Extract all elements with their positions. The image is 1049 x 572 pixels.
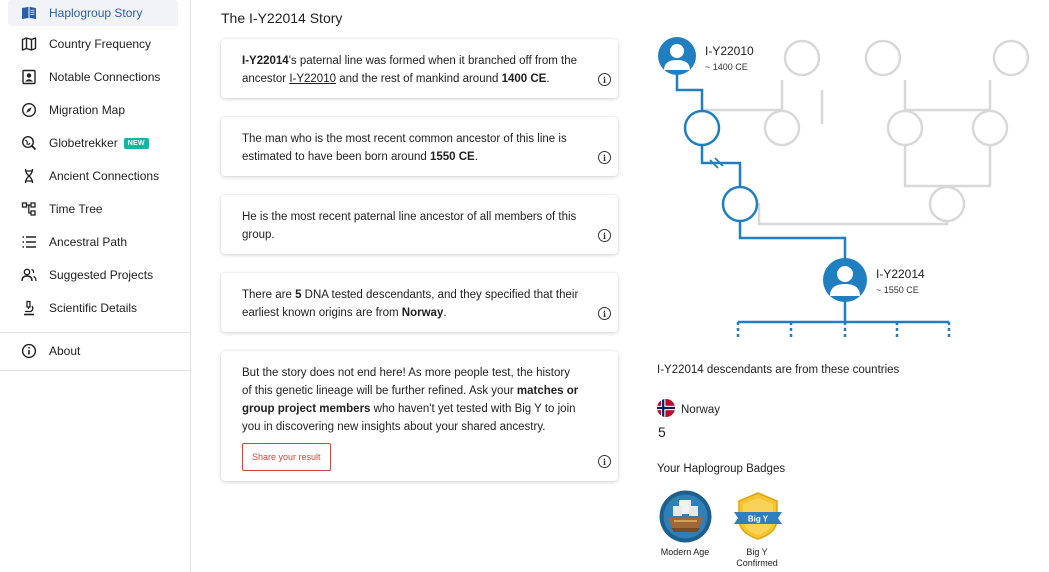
info-icon[interactable]: i	[598, 455, 611, 468]
country-count: 5	[658, 424, 666, 440]
story-card-invite: But the story does not end here! As more…	[221, 351, 618, 481]
sidebar: Haplogroup Story Country Frequency Notab…	[0, 0, 191, 572]
sidebar-item-label: Ancient Connections	[49, 169, 160, 183]
tree-structure-icon	[20, 200, 38, 218]
sidebar-item-label: Migration Map	[49, 103, 126, 117]
text-span: .	[474, 151, 478, 163]
ancestor-date: ~ 1400 CE	[705, 62, 748, 72]
sidebar-item-label: Time Tree	[49, 202, 103, 216]
text-span: .	[443, 307, 447, 319]
badge-label: Modern Age	[660, 547, 710, 557]
text-span: .	[546, 73, 550, 85]
card-text: He is the most recent paternal line ance…	[242, 208, 582, 244]
text-span: There are	[242, 289, 296, 301]
badge-emblem-text: Big Y	[748, 515, 769, 524]
microscope-icon	[20, 299, 38, 317]
sidebar-item-label: About	[49, 344, 81, 358]
book-icon	[20, 4, 38, 22]
map-icon	[20, 35, 38, 53]
globe-search-icon	[20, 134, 38, 152]
sidebar-item-about[interactable]: About	[8, 338, 178, 364]
story-card-formation: I-Y22014's paternal line was formed when…	[221, 39, 618, 98]
tmrca-date: 1550 CE	[429, 151, 475, 163]
current-avatar	[823, 258, 867, 302]
sidebar-item-label: Notable Connections	[49, 70, 161, 84]
sidebar-item-label: Haplogroup Story	[49, 6, 143, 20]
sidebar-item-country-frequency[interactable]: Country Frequency	[8, 31, 178, 57]
badge-label-line: Confirmed	[736, 558, 778, 568]
sidebar-item-ancient-connections[interactable]: Ancient Connections	[8, 163, 178, 189]
ancestor-avatar	[658, 37, 696, 75]
story-card-ancestor: He is the most recent paternal line ance…	[221, 195, 618, 254]
current-haplogroup-date: ~ 1550 CE	[876, 285, 919, 295]
sidebar-item-label: Country Frequency	[49, 37, 152, 51]
sidebar-item-migration-map[interactable]: Migration Map	[8, 97, 178, 123]
info-icon[interactable]: i	[598, 151, 611, 164]
big-y-confirmed-badge[interactable]: Big Y	[732, 491, 784, 544]
sidebar-divider	[0, 370, 190, 371]
info-icon[interactable]: i	[598, 73, 611, 86]
badge-label-line: Big Y	[746, 547, 768, 557]
card-text: But the story does not end here! As more…	[242, 364, 582, 436]
current-haplogroup-name: I-Y22014	[876, 267, 925, 281]
dna-icon	[20, 167, 38, 185]
country-name: Norway	[681, 403, 720, 416]
badge-label: Big Y Confirmed	[724, 547, 790, 569]
tree-diagram	[658, 37, 1030, 338]
sidebar-item-label: Suggested Projects	[49, 268, 154, 282]
text-span: and the rest of mankind around	[336, 73, 502, 85]
sidebar-item-label: Globetrekker	[49, 136, 118, 150]
sidebar-item-ancestral-path[interactable]: Ancestral Path	[8, 229, 178, 255]
sidebar-item-suggested-projects[interactable]: Suggested Projects	[8, 262, 178, 288]
gray-nodes	[763, 39, 1030, 223]
compass-icon	[20, 101, 38, 119]
haplogroup-tree: I-Y22010 ~ 1400 CE I-Y22014 ~ 1550 CE	[640, 28, 1049, 358]
text-span: descendants are from these countries	[703, 364, 900, 376]
text-span: He is the most recent paternal line ance…	[242, 211, 577, 241]
sidebar-item-globetrekker[interactable]: Globetrekker NEW	[8, 130, 178, 156]
group-icon	[20, 266, 38, 284]
badges-title: Your Haplogroup Badges	[657, 463, 786, 475]
story-card-tmrca: The man who is the most recent common an…	[221, 117, 618, 176]
card-text: There are 5 DNA tested descendants, and …	[242, 286, 582, 322]
countries-title: I-Y22014 descendants are from these coun…	[657, 364, 899, 376]
country-row: Norway	[657, 399, 720, 420]
origin-country: Norway	[401, 307, 444, 319]
ancestor-name[interactable]: I-Y22010	[705, 44, 754, 58]
card-text: The man who is the most recent common an…	[242, 130, 582, 166]
haplogroup-name: I-Y22014	[242, 55, 289, 67]
sidebar-item-label: Scientific Details	[49, 301, 138, 315]
portrait-icon	[20, 68, 38, 86]
sidebar-item-scientific-details[interactable]: Scientific Details	[8, 295, 178, 321]
info-icon[interactable]: i	[598, 307, 611, 320]
norway-flag-icon	[657, 399, 675, 420]
new-badge: NEW	[123, 137, 149, 149]
card-text: I-Y22014's paternal line was formed when…	[242, 52, 582, 88]
info-icon[interactable]: i	[598, 229, 611, 242]
info-icon	[20, 342, 38, 360]
sidebar-item-haplogroup-story[interactable]: Haplogroup Story	[8, 0, 178, 26]
ancestor-link[interactable]: I-Y22010	[289, 73, 336, 85]
sidebar-divider	[0, 332, 190, 333]
sidebar-item-notable-connections[interactable]: Notable Connections	[8, 64, 178, 90]
story-card-descendants: There are 5 DNA tested descendants, and …	[221, 273, 618, 332]
haplogroup-name: I-Y22014	[657, 364, 704, 376]
modern-age-badge[interactable]	[659, 490, 712, 546]
list-icon	[20, 233, 38, 251]
share-result-button[interactable]: Share your result	[242, 443, 331, 471]
text-span: The man who is the most recent common an…	[242, 133, 567, 163]
formation-date: 1400 CE	[501, 73, 547, 85]
sidebar-item-time-tree[interactable]: Time Tree	[8, 196, 178, 222]
blue-nodes	[683, 109, 759, 223]
page-title: The I-Y22014 Story	[221, 10, 343, 26]
sidebar-item-label: Ancestral Path	[49, 235, 128, 249]
